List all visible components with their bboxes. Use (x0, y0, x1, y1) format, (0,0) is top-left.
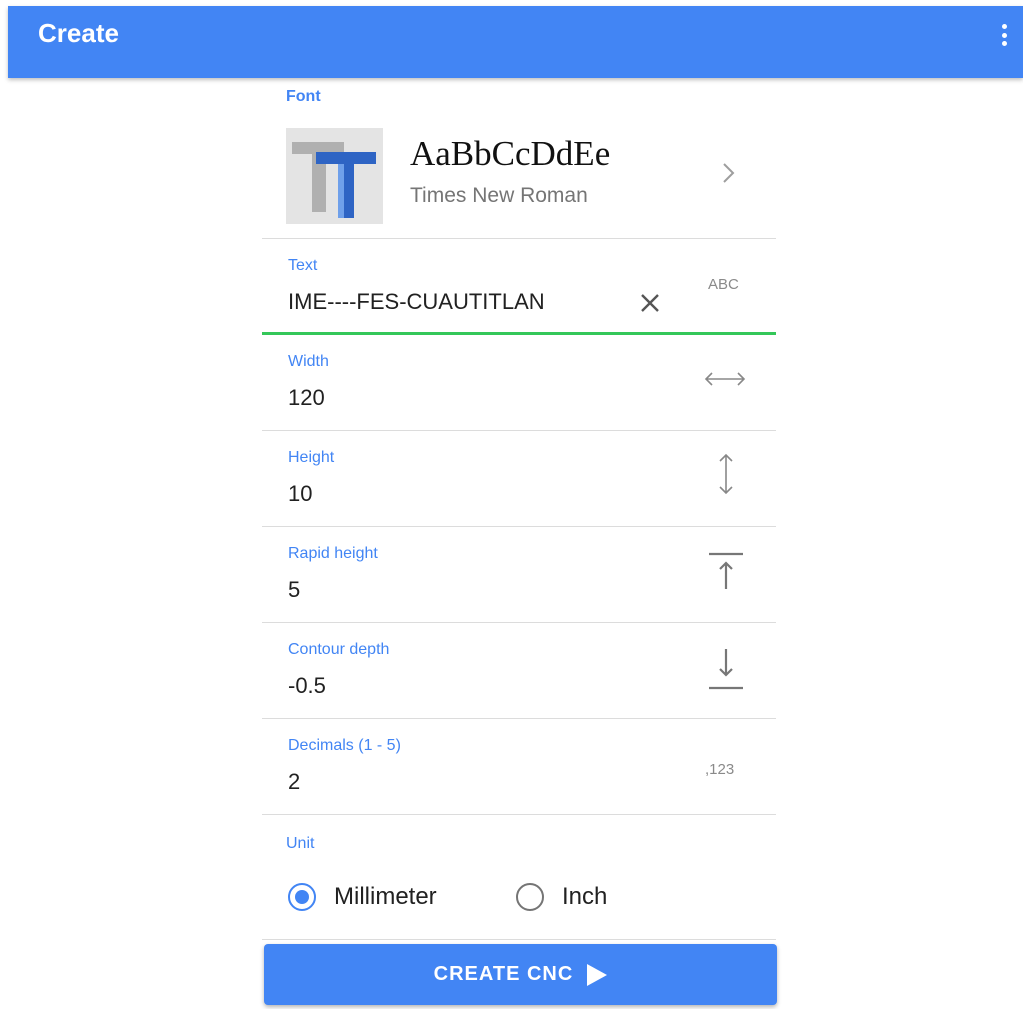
decimals-label: Decimals (1 - 5) (288, 737, 401, 754)
radio-millimeter[interactable]: Millimeter (288, 883, 437, 911)
vertical-arrows-icon (718, 453, 734, 500)
font-selector[interactable]: Font AaBbCcDdEe Times New Roman (262, 78, 776, 239)
close-icon[interactable] (640, 293, 660, 318)
rapid-height-label: Rapid height (288, 545, 378, 562)
radio-inch[interactable]: Inch (516, 883, 607, 911)
unit-label: Unit (286, 835, 315, 852)
abc-icon: ABC (708, 276, 739, 293)
rapid-height-field[interactable]: Rapid height (262, 527, 776, 623)
arrow-up-to-line-icon (708, 551, 744, 596)
inch-label: Inch (562, 883, 608, 910)
decimals-field[interactable]: Decimals (1 - 5) ,123 (262, 719, 776, 815)
app-bar: Create (8, 6, 1023, 78)
create-cnc-button[interactable]: CREATE CNC (264, 944, 777, 1005)
height-label: Height (288, 449, 335, 466)
contour-depth-field[interactable]: Contour depth (262, 623, 776, 719)
font-sample: AaBbCcDdEe (410, 134, 611, 173)
radio-unchecked-icon (516, 883, 544, 911)
arrow-down-to-line-icon (708, 647, 744, 696)
unit-selector: Unit Millimeter Inch (262, 815, 776, 940)
app-title: Create (38, 18, 119, 48)
chevron-right-icon[interactable] (722, 162, 736, 184)
more-vert-icon[interactable] (999, 22, 1009, 48)
height-input[interactable] (288, 481, 628, 507)
rapid-height-input[interactable] (288, 577, 628, 603)
numeric-icon: ,123 (705, 761, 735, 778)
contour-depth-input[interactable] (288, 673, 628, 699)
contour-depth-label: Contour depth (288, 641, 390, 658)
font-thumbnail-icon (286, 128, 383, 224)
decimals-input[interactable] (288, 769, 628, 795)
font-label: Font (286, 88, 321, 105)
create-form: Font AaBbCcDdEe Times New Roman Text ABC… (262, 78, 776, 940)
text-field[interactable]: Text ABC (262, 239, 776, 335)
font-name: Times New Roman (410, 184, 588, 207)
text-input[interactable] (288, 289, 628, 315)
millimeter-label: Millimeter (334, 883, 437, 910)
height-field[interactable]: Height (262, 431, 776, 527)
radio-checked-icon (288, 883, 316, 911)
create-cnc-label: CREATE CNC (433, 963, 574, 985)
text-label: Text (288, 257, 318, 274)
horizontal-arrows-icon (704, 371, 746, 392)
width-input[interactable] (288, 385, 628, 411)
width-label: Width (288, 353, 329, 370)
width-field[interactable]: Width (262, 335, 776, 431)
play-icon (587, 963, 608, 986)
